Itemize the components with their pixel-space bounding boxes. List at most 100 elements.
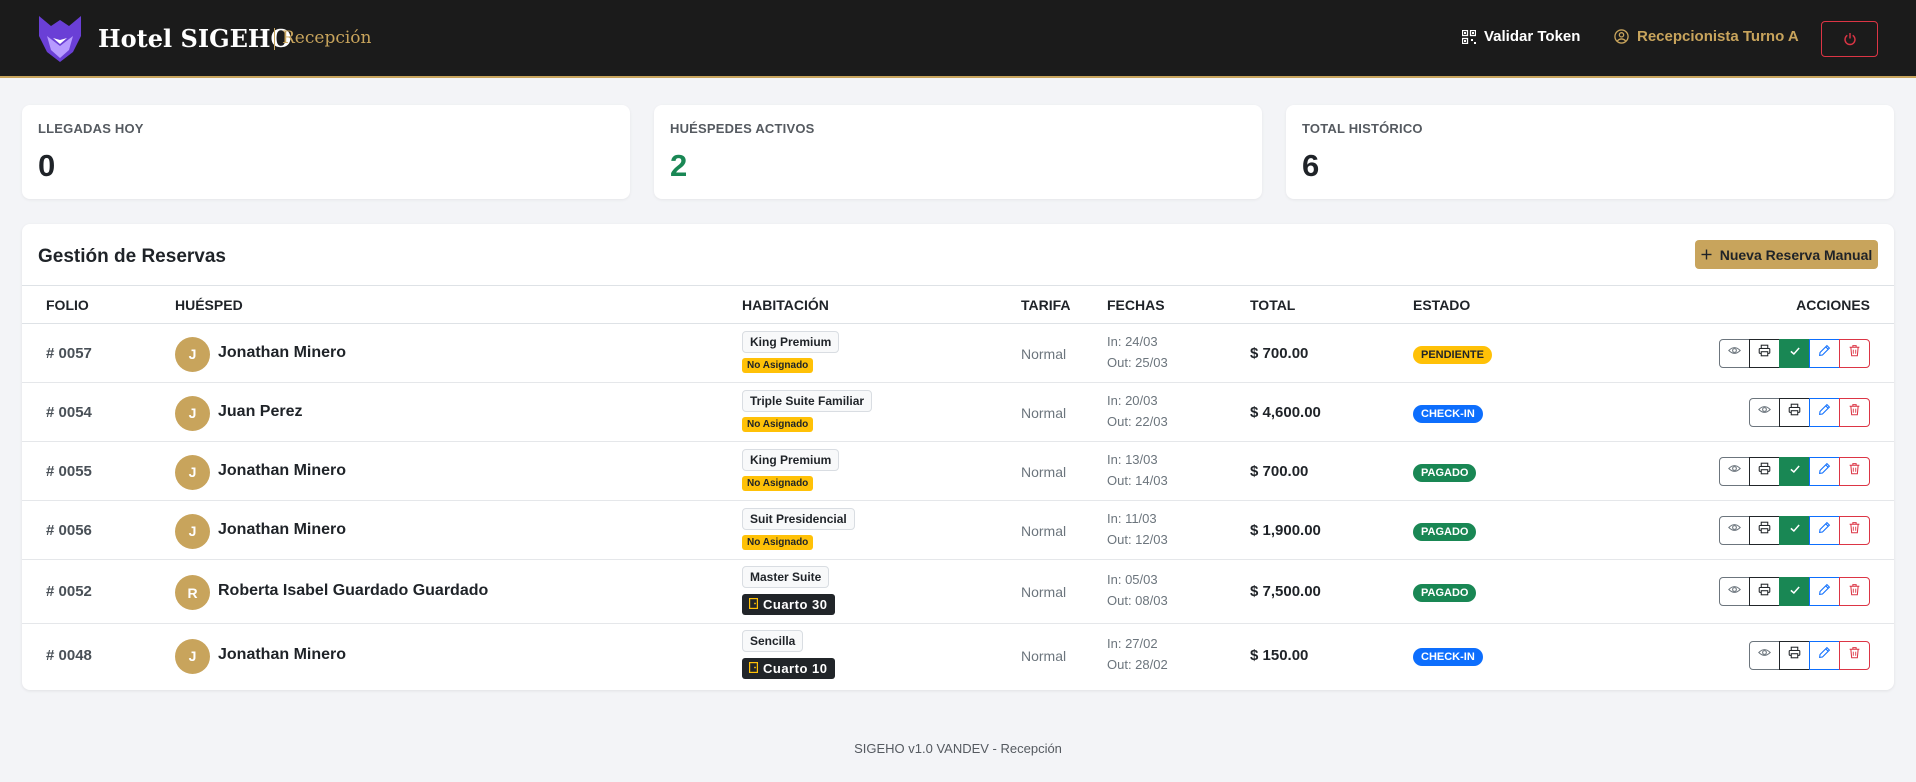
- room-type-badge: Triple Suite Familiar: [742, 389, 873, 412]
- check-out-date: Out: 28/02: [1107, 656, 1168, 672]
- avatar: J: [175, 454, 210, 490]
- edit-button[interactable]: [1809, 640, 1840, 670]
- eye-icon: [1728, 583, 1741, 601]
- view-button[interactable]: [1719, 577, 1750, 606]
- table-row: # 0052 R Roberta Isabel Guardado Guardado M…: [22, 560, 1894, 624]
- avatar: J: [175, 513, 210, 549]
- printer-icon: [1758, 344, 1771, 362]
- row-actions: [1719, 515, 1870, 545]
- section-name: Recepción: [282, 28, 372, 48]
- delete-button[interactable]: [1839, 397, 1870, 427]
- stat-card-total: TOTAL HISTÓRICO 6: [1286, 105, 1894, 199]
- print-button[interactable]: [1749, 515, 1780, 545]
- check-out-date: Out: 14/03: [1107, 472, 1168, 488]
- room-number: Cuarto 10: [763, 660, 828, 676]
- room-type-badge: King Premium: [742, 330, 840, 353]
- col-guest: HUÉSPED: [175, 297, 243, 313]
- eye-icon: [1758, 646, 1771, 664]
- edit-button[interactable]: [1809, 456, 1840, 486]
- col-total: TOTAL: [1250, 297, 1296, 313]
- room-unassigned-badge: No Asignado: [742, 357, 814, 373]
- view-button[interactable]: [1719, 456, 1750, 486]
- check-out-date: Out: 22/03: [1107, 413, 1168, 429]
- status-badge: PENDIENTE: [1413, 345, 1492, 364]
- stat-card-active-guests: HUÉSPEDES ACTIVOS 2: [654, 105, 1262, 199]
- folio: # 0057: [46, 344, 92, 362]
- pencil-icon: [1818, 521, 1831, 539]
- table-row: # 0054 J Juan Perez Triple Suite Familiar No…: [22, 383, 1894, 442]
- stat-value: 6: [1302, 148, 1320, 183]
- eye-icon: [1728, 344, 1741, 362]
- print-button[interactable]: [1779, 397, 1810, 427]
- edit-button[interactable]: [1809, 397, 1840, 427]
- printer-icon: [1758, 462, 1771, 480]
- reservations-panel: Gestión de Reservas Nueva Reserva Manual…: [22, 224, 1894, 690]
- top-navbar: Hotel SIGEHO Recepción Validar Token Rec…: [0, 0, 1916, 78]
- qr-code-icon: [1462, 29, 1476, 44]
- delete-button[interactable]: [1839, 577, 1870, 606]
- view-button[interactable]: [1749, 640, 1780, 670]
- confirm-button[interactable]: [1779, 577, 1810, 606]
- col-rate: TARIFA: [1021, 297, 1071, 313]
- table-row: # 0055 J Jonathan Minero King Premium No Asi…: [22, 442, 1894, 501]
- status-badge: PAGADO: [1413, 522, 1477, 541]
- print-button[interactable]: [1749, 456, 1780, 486]
- confirm-button[interactable]: [1779, 338, 1810, 368]
- user-name: Recepcionista Turno A: [1637, 28, 1799, 45]
- room-unassigned-badge: No Asignado: [742, 475, 814, 491]
- edit-button[interactable]: [1809, 577, 1840, 606]
- validate-token-button[interactable]: Validar Token: [1462, 28, 1580, 45]
- rate: Normal: [1021, 345, 1067, 362]
- printer-icon: [1788, 646, 1801, 664]
- view-button[interactable]: [1719, 338, 1750, 368]
- folio: # 0055: [46, 462, 92, 480]
- rate: Normal: [1021, 584, 1067, 600]
- confirm-button[interactable]: [1779, 515, 1810, 545]
- print-button[interactable]: [1749, 577, 1780, 606]
- new-reservation-button[interactable]: Nueva Reserva Manual: [1695, 240, 1878, 269]
- total-amount: $ 1,900.00: [1250, 521, 1321, 539]
- check-out-date: Out: 08/03: [1107, 593, 1168, 608]
- fox-logo-icon: [39, 16, 81, 62]
- validate-token-label: Validar Token: [1484, 28, 1581, 45]
- print-button[interactable]: [1779, 640, 1810, 670]
- delete-button[interactable]: [1839, 456, 1870, 486]
- panel-title: Gestión de Reservas: [38, 246, 226, 267]
- table-row: # 0048 J Jonathan Minero Sencilla Cuarto 10 N…: [22, 624, 1894, 687]
- view-button[interactable]: [1749, 397, 1780, 427]
- guest-name: Juan Perez: [218, 402, 303, 420]
- power-icon: [1843, 33, 1856, 46]
- door-icon: [749, 661, 759, 676]
- room-unassigned-badge: No Asignado: [742, 416, 814, 432]
- pencil-icon: [1818, 344, 1831, 362]
- delete-button[interactable]: [1839, 338, 1870, 368]
- guest-name: Jonathan Minero: [218, 343, 347, 361]
- eye-icon: [1758, 403, 1771, 421]
- stat-value: 2: [670, 148, 688, 183]
- logout-button[interactable]: [1821, 21, 1878, 57]
- stat-value: 0: [38, 148, 56, 183]
- folio: # 0056: [46, 521, 92, 539]
- total-amount: $ 700.00: [1250, 344, 1309, 362]
- row-actions: [1719, 338, 1870, 368]
- confirm-button[interactable]: [1779, 456, 1810, 486]
- trash-icon: [1848, 344, 1861, 362]
- col-status: ESTADO: [1413, 297, 1471, 313]
- rate: Normal: [1021, 404, 1067, 421]
- plus-icon: [1701, 249, 1712, 260]
- status-badge: CHECK-IN: [1413, 647, 1483, 666]
- user-menu[interactable]: Recepcionista Turno A: [1614, 28, 1799, 45]
- trash-icon: [1848, 646, 1861, 664]
- print-button[interactable]: [1749, 338, 1780, 368]
- edit-button[interactable]: [1809, 515, 1840, 545]
- edit-button[interactable]: [1809, 338, 1840, 368]
- rate: Normal: [1021, 522, 1067, 539]
- delete-button[interactable]: [1839, 515, 1870, 545]
- printer-icon: [1758, 583, 1771, 601]
- delete-button[interactable]: [1839, 640, 1870, 670]
- view-button[interactable]: [1719, 515, 1750, 545]
- avatar: J: [175, 395, 210, 431]
- door-icon: [749, 597, 759, 612]
- check-icon: [1789, 521, 1801, 539]
- room-type-badge: King Premium: [742, 448, 840, 471]
